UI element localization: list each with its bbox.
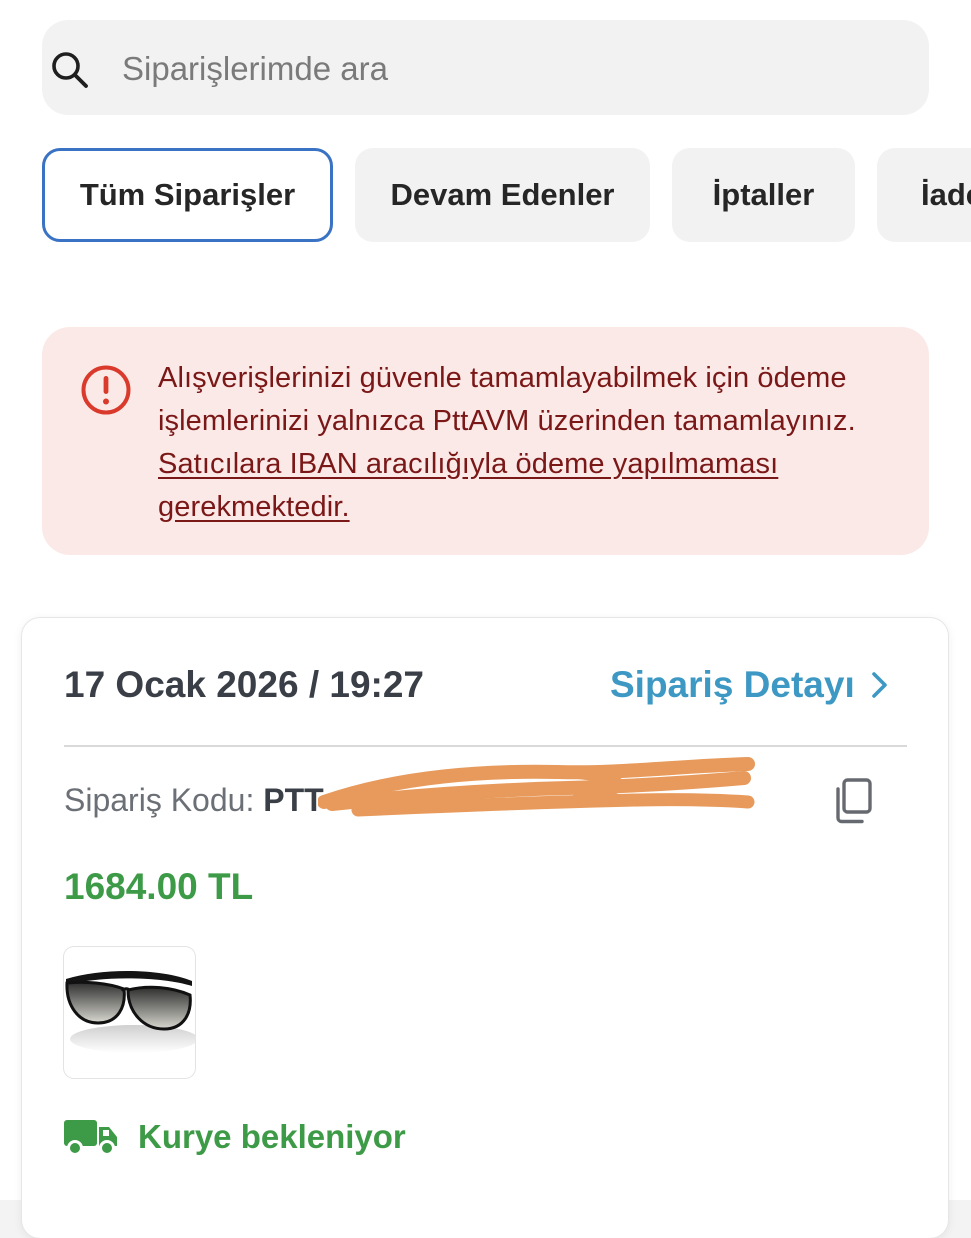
alert-circle-icon [81, 365, 131, 415]
redaction-scribble [318, 757, 755, 817]
chevron-right-icon [871, 672, 887, 698]
copy-icon[interactable] [832, 777, 876, 825]
order-date: 17 Ocak 2026 / 19:27 [64, 664, 425, 705]
search-icon[interactable] [50, 50, 90, 90]
order-code-row: Sipariş Kodu: PTT [64, 782, 324, 819]
delivery-status: Kurye bekleniyor [64, 1118, 406, 1156]
truck-icon [64, 1120, 117, 1156]
tab-cancellations[interactable]: İptaller [672, 148, 855, 242]
card-divider [64, 745, 907, 747]
alert-text: Alışverişlerinizi güvenle tamamlayabilme… [158, 362, 856, 437]
tab-returns[interactable]: İade [877, 148, 971, 242]
tab-all-orders[interactable]: Tüm Siparişler [42, 148, 333, 242]
order-price: 1684.00 TL [64, 866, 254, 907]
product-thumbnail[interactable] [64, 947, 195, 1078]
tab-ongoing[interactable]: Devam Edenler [355, 148, 650, 242]
search-input[interactable] [122, 47, 902, 91]
iban-warning-link[interactable]: Satıcılara IBAN aracılığıyla ödeme yapıl… [158, 448, 778, 523]
order-detail-label: Sipariş Detayı [610, 664, 855, 705]
alert-message: Alışverişlerinizi güvenle tamamlayabilme… [158, 357, 878, 529]
order-detail-link[interactable]: Sipariş Detayı [610, 664, 891, 706]
status-label: Kurye bekleniyor [138, 1118, 406, 1155]
order-code-value: PTT [263, 782, 324, 818]
order-code-label: Sipariş Kodu: [64, 782, 255, 818]
orders-page: Tüm Siparişler Devam Edenler İptaller İa… [0, 0, 971, 1238]
sunglasses-image [65, 970, 195, 1053]
